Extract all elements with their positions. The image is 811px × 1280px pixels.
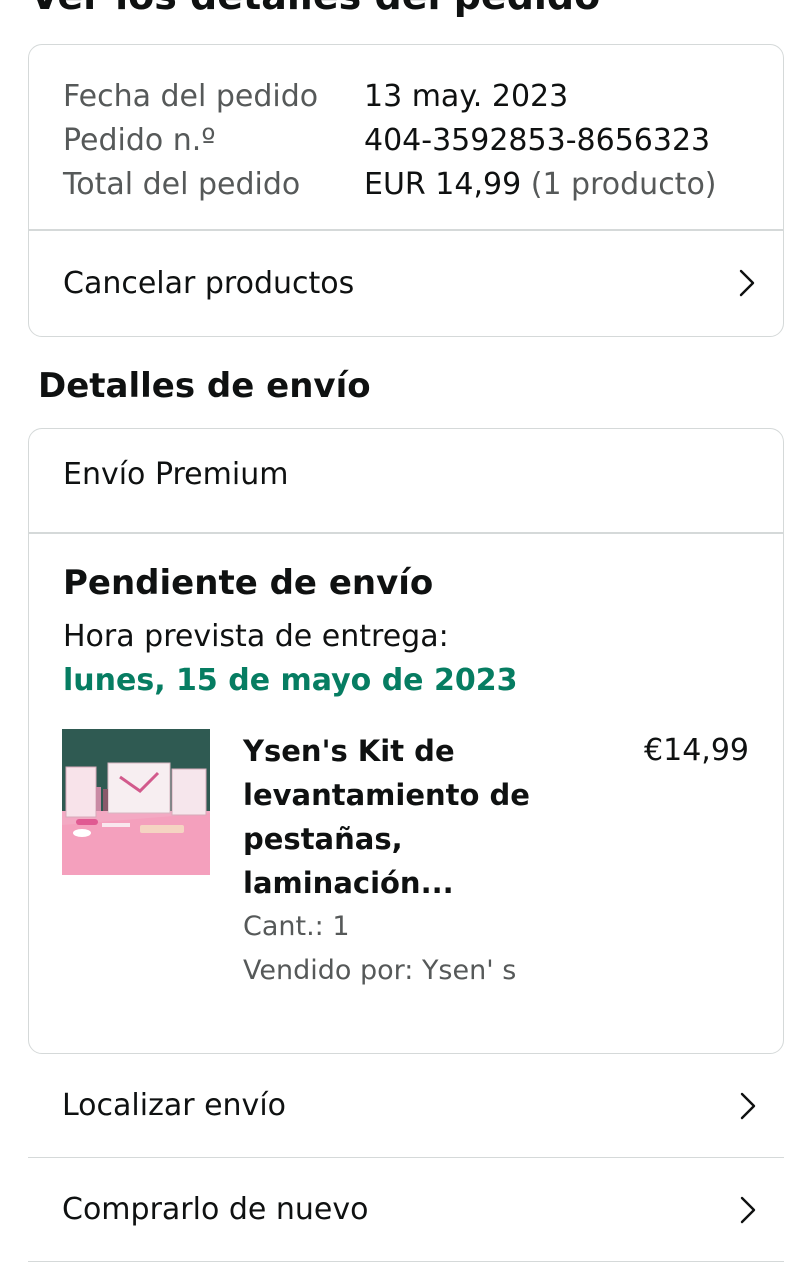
order-date-label: Fecha del pedido — [63, 79, 319, 114]
chevron-right-icon — [740, 1092, 756, 1119]
order-number-value: 404-3592853-8656323 — [364, 123, 711, 158]
product-quantity: Cant.: 1 — [243, 911, 350, 942]
product-image[interactable] — [62, 729, 210, 875]
order-total-item-count-text: (1 producto) — [530, 167, 717, 202]
shipment-card: Envío Premium Pendiente de envío Hora pr… — [28, 428, 784, 1054]
track-package-label: Localizar envío — [62, 1088, 287, 1123]
buy-again-label: Comprarlo de nuevo — [62, 1192, 369, 1227]
lash-kit-product-image — [62, 729, 210, 875]
order-summary-card: Fecha del pedido 13 may. 2023 Pedido n.º… — [28, 44, 784, 337]
product-title-link[interactable]: Ysen's Kit de levantamiento de pestañas,… — [243, 729, 573, 905]
delivery-estimate-date: lunes, 15 de mayo de 2023 — [63, 663, 518, 698]
chevron-right-icon — [740, 1196, 756, 1223]
shipping-details-heading: Detalles de envío — [38, 366, 371, 406]
shipping-method: Envío Premium — [63, 457, 289, 492]
cancel-items-button[interactable]: Cancelar productos — [29, 230, 783, 336]
order-total-value: EUR 14,99 — [364, 167, 522, 202]
order-total-row: Total del pedido EUR 14,99 (1 producto) — [63, 163, 717, 207]
order-date-row: Fecha del pedido 13 may. 2023 — [63, 75, 717, 119]
order-number-label: Pedido n.º — [63, 123, 216, 158]
buy-again-button[interactable]: Comprarlo de nuevo — [28, 1158, 784, 1262]
chevron-right-icon — [739, 269, 755, 297]
page-title: Ver los detalles del pedido — [30, 0, 600, 18]
cancel-items-label: Cancelar productos — [63, 265, 355, 301]
delivery-estimate-label: Hora prevista de entrega: — [63, 619, 449, 654]
divider — [29, 532, 783, 534]
track-package-button[interactable]: Localizar envío — [28, 1054, 784, 1158]
product-price: €14,99 — [644, 733, 749, 768]
product-seller: Vendido por: Ysen' s — [243, 955, 517, 986]
shipment-status: Pendiente de envío — [63, 563, 434, 603]
order-summary-grid: Fecha del pedido 13 may. 2023 Pedido n.º… — [63, 75, 717, 207]
order-total-item-count: (1 producto) — [521, 163, 717, 207]
order-date-value: 13 may. 2023 — [364, 79, 569, 114]
order-number-row: Pedido n.º 404-3592853-8656323 — [63, 119, 717, 163]
order-total-label: Total del pedido — [63, 167, 301, 202]
